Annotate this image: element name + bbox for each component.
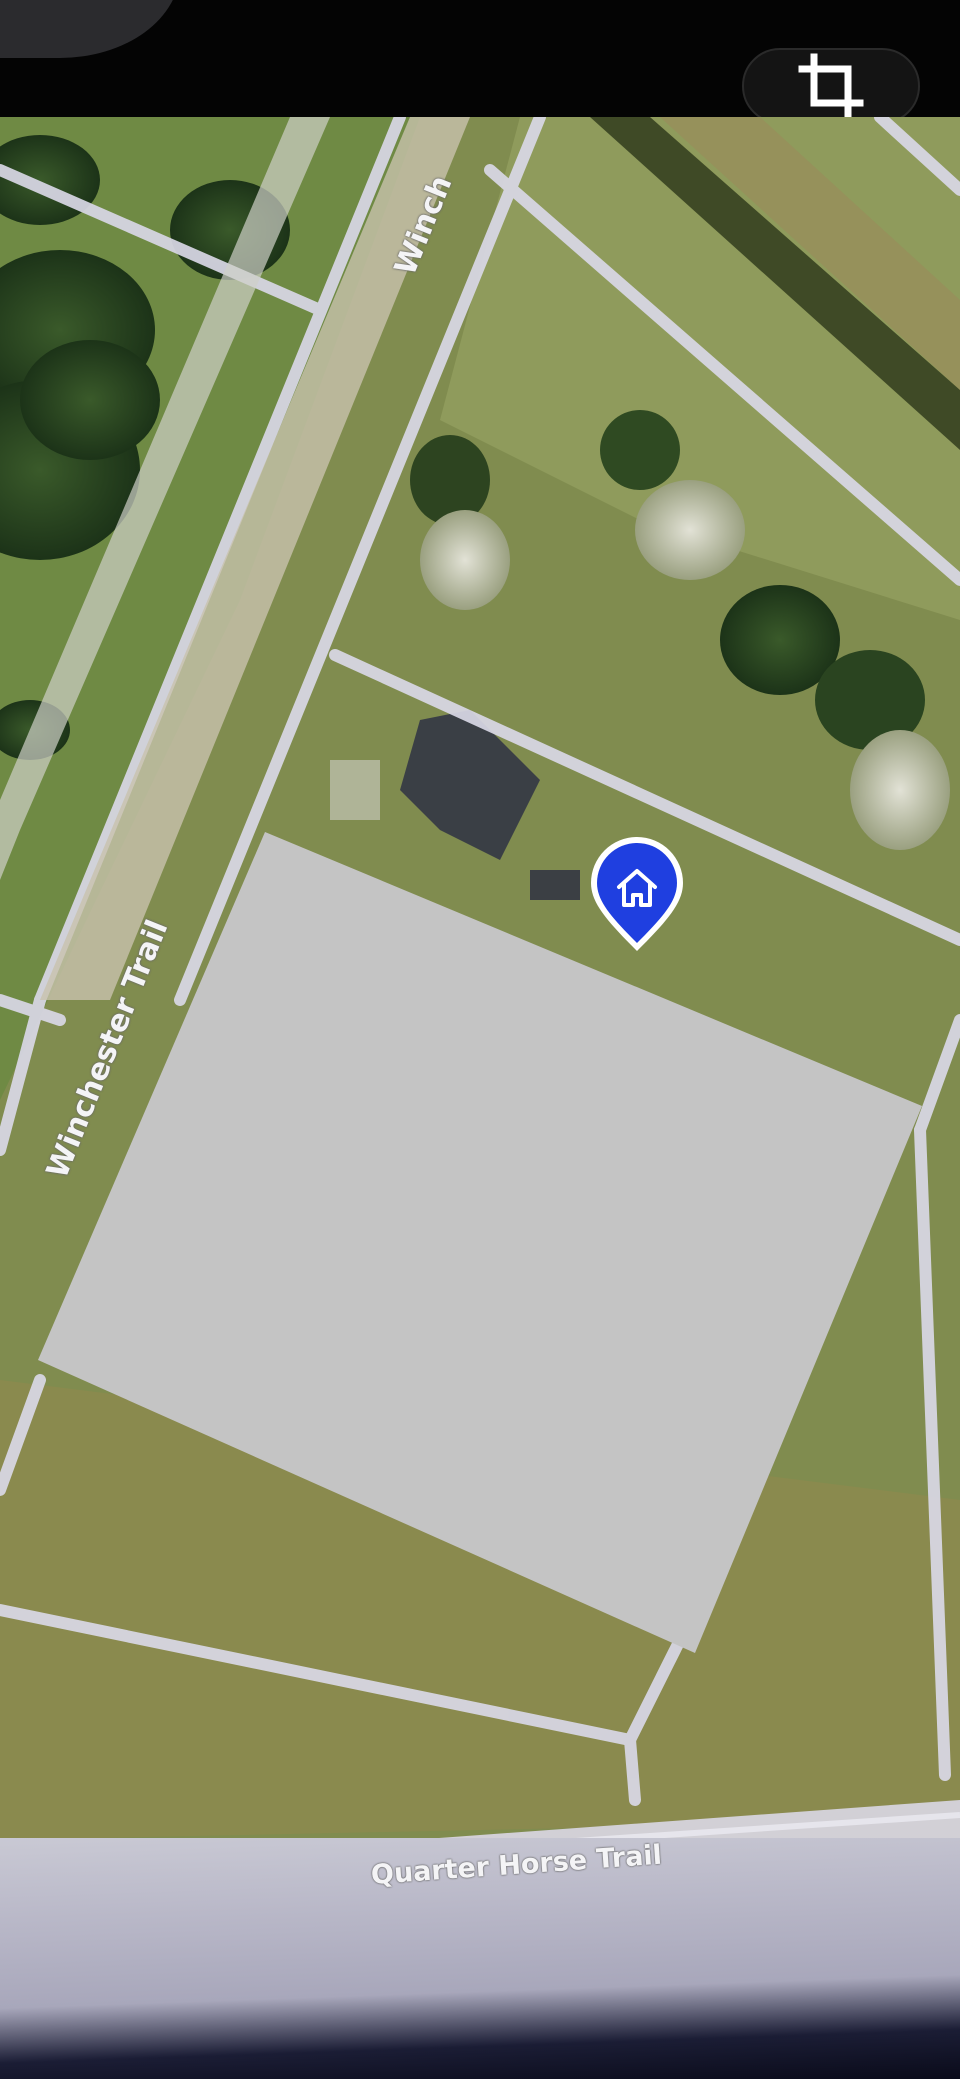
crop-button[interactable]	[742, 48, 920, 124]
crop-icon	[798, 53, 864, 119]
map-canvas	[0, 117, 960, 2017]
satellite-map[interactable]: Winch Winchester Trail	[0, 117, 960, 2017]
top-bar	[0, 0, 960, 124]
corner-shape	[0, 0, 180, 58]
